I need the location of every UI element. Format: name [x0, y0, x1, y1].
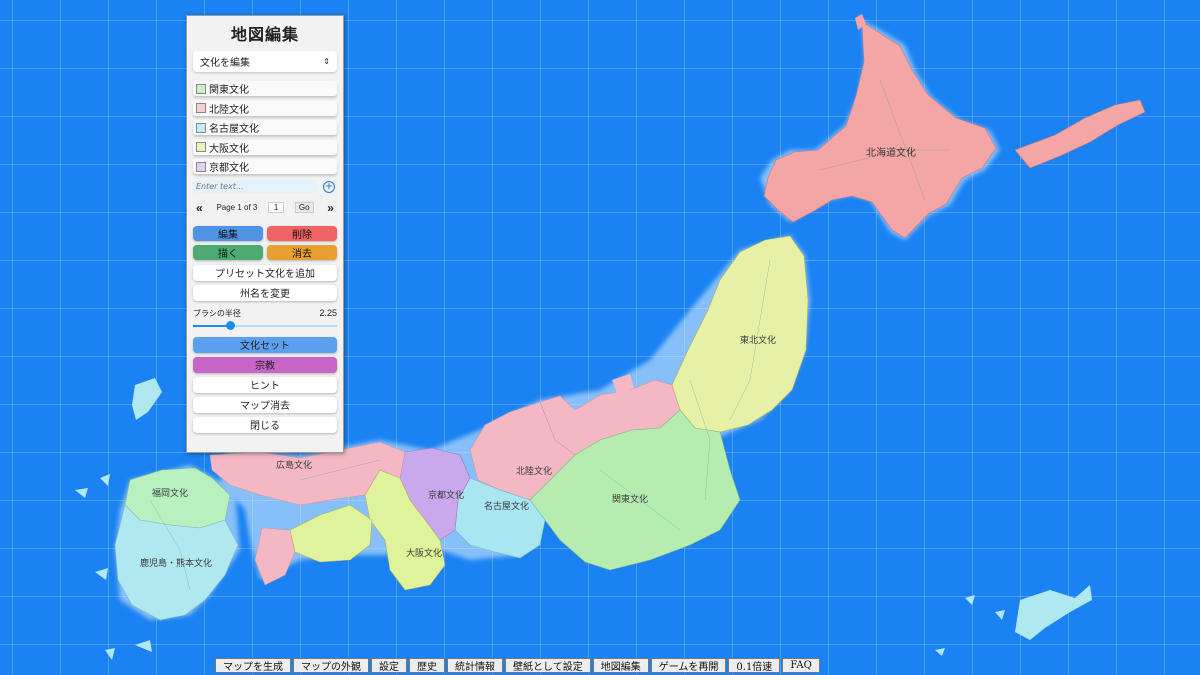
label-kanto: 関東文化 — [612, 493, 648, 505]
brush-radius-label: ブラシの半径 — [193, 308, 241, 318]
label-nagoya: 名古屋文化 — [484, 500, 529, 512]
brush-radius-value: 2.25 — [319, 307, 337, 318]
label-fukuoka: 福岡文化 — [152, 487, 188, 499]
culture-item[interactable]: 関東文化 — [193, 81, 337, 96]
bottom-button-2[interactable]: 設定 — [371, 658, 407, 673]
culture-item[interactable]: 大阪文化 — [193, 139, 337, 155]
culture-name: 大阪文化 — [209, 143, 249, 155]
delete-button[interactable]: 削除 — [267, 225, 337, 241]
hint-button[interactable]: ヒント — [193, 376, 337, 393]
select-arrows-icon: ⇕ — [323, 57, 330, 66]
bottom-button-0[interactable]: マップを生成 — [215, 658, 291, 673]
bottom-button-3[interactable]: 歴史 — [409, 658, 445, 673]
bottom-button-9[interactable]: FAQ — [782, 658, 820, 673]
culture-item[interactable]: 京都文化 — [193, 159, 337, 174]
rename-state-button[interactable]: 州名を変更 — [193, 284, 337, 301]
culture-color-swatch[interactable] — [196, 103, 206, 113]
brush-radius-row: ブラシの半径 2.25 — [193, 308, 337, 319]
draw-button[interactable]: 描く — [193, 244, 263, 260]
panel-title: 地図編集 — [230, 25, 299, 44]
culture-item[interactable]: 北陸文化 — [193, 100, 337, 116]
label-hiroshima: 広島文化 — [276, 459, 312, 471]
close-button[interactable]: 閉じる — [193, 416, 337, 433]
add-preset-button[interactable]: プリセット文化を追加 — [193, 264, 337, 281]
brush-radius-slider[interactable] — [193, 320, 337, 330]
bottom-button-1[interactable]: マップの外観 — [293, 658, 369, 673]
label-osaka: 大阪文化 — [406, 547, 442, 559]
bottom-button-4[interactable]: 統計情報 — [447, 658, 503, 673]
bottom-button-6[interactable]: 地図編集 — [592, 658, 649, 673]
add-culture-icon[interactable]: + — [323, 180, 335, 193]
slider-thumb[interactable] — [226, 320, 236, 330]
mode-select[interactable]: 文化を編集 ⇕ — [193, 51, 337, 72]
label-hokuriku: 北陸文化 — [516, 465, 552, 477]
erase-button[interactable]: 消去 — [267, 244, 337, 260]
mode-select-value: 文化を編集 — [200, 58, 250, 69]
culture-color-swatch[interactable] — [196, 122, 206, 133]
label-tohoku: 東北文化 — [740, 334, 776, 346]
map-editor-panel: 地図編集 文化を編集 ⇕ 関東文化北陸文化名古屋文化大阪文化京都文化 + « P… — [186, 15, 344, 453]
bottom-button-5[interactable]: 壁紙として設定 — [505, 658, 591, 673]
clear-map-button[interactable]: マップ消去 — [193, 396, 337, 413]
label-kagoshima: 鹿児島・熊本文化 — [140, 557, 212, 569]
map-canvas[interactable]: 北海道文化 東北文化 北陸文化 関東文化 名古屋文化 京都文化 大阪文化 広島文… — [0, 0, 1200, 675]
culture-pager: « Page 1 of 3 1 Go » — [193, 200, 337, 216]
culture-color-swatch[interactable] — [196, 142, 206, 152]
edit-button[interactable]: 編集 — [193, 225, 263, 241]
go-button[interactable]: Go — [294, 202, 314, 213]
new-culture-input[interactable] — [193, 180, 317, 193]
action-buttons: 編集 削除 描く 消去 — [193, 225, 337, 260]
culture-list: 関東文化北陸文化名古屋文化大阪文化京都文化 — [193, 81, 337, 174]
culture-set-button[interactable]: 文化セット — [193, 336, 337, 353]
label-kyoto: 京都文化 — [428, 489, 464, 501]
prev-page-button[interactable]: « — [193, 201, 206, 215]
bottom-toolbar: マップを生成 マップの外観 設定 歴史 統計情報 壁紙として設定 地図編集 ゲームを再開 0.1… — [215, 658, 820, 674]
culture-color-swatch[interactable] — [196, 161, 206, 172]
page-indicator: Page 1 of 3 — [216, 203, 258, 212]
culture-name: 関東文化 — [209, 85, 249, 96]
slider-track-fill — [193, 324, 231, 327]
culture-color-swatch[interactable] — [196, 83, 206, 94]
world-map[interactable]: 北海道文化 東北文化 北陸文化 関東文化 名古屋文化 京都文化 大阪文化 広島文… — [0, 0, 1200, 675]
culture-name: 京都文化 — [209, 163, 249, 174]
new-culture-row: + — [193, 179, 337, 195]
bottom-button-7[interactable]: ゲームを再開 — [650, 658, 727, 673]
region-hokkaido[interactable] — [763, 21, 997, 239]
culture-name: 名古屋文化 — [209, 124, 259, 135]
bottom-button-8[interactable]: 0.1倍速 — [728, 658, 781, 673]
culture-name: 北陸文化 — [209, 104, 249, 116]
religion-button[interactable]: 宗教 — [193, 356, 337, 373]
next-page-button[interactable]: » — [324, 201, 337, 215]
region-hokkaido-arm[interactable] — [1014, 99, 1146, 169]
page-number-input[interactable]: 1 — [268, 202, 285, 213]
label-hokkaido: 北海道文化 — [866, 146, 916, 159]
culture-item[interactable]: 名古屋文化 — [193, 120, 337, 135]
